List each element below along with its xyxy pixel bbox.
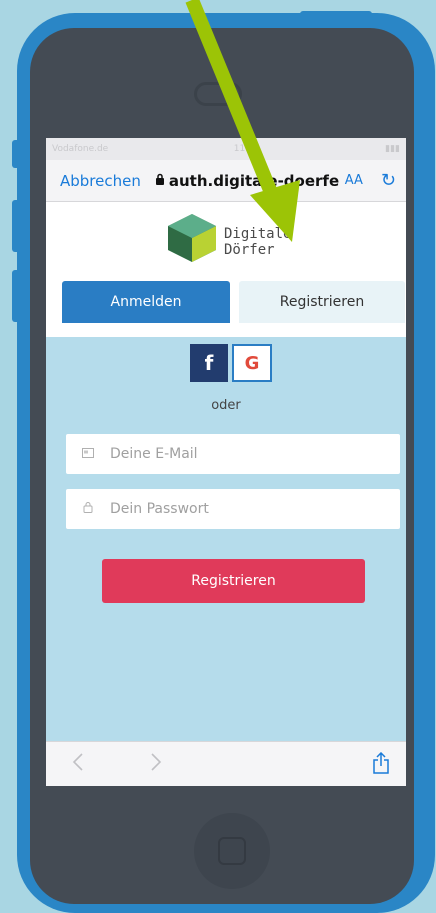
logo-line-2: Dörfer [224, 242, 275, 258]
battery-icon: ▮▮▮ [385, 144, 400, 154]
stage: Vodafone.de 11:32 ▮▮▮ Abbrechen auth.dig… [0, 0, 436, 913]
auth-tabs: Anmelden Registrieren [62, 281, 406, 323]
separator-text: oder [211, 398, 241, 413]
text-size-button[interactable]: AA [345, 173, 363, 188]
digitale-doerfer-logo-icon [168, 214, 216, 262]
chevron-left-icon[interactable] [72, 752, 84, 777]
phone-home-button [194, 813, 270, 889]
facebook-icon: f [204, 351, 214, 375]
password-input[interactable] [110, 501, 380, 517]
social-login-buttons: f G [190, 344, 272, 382]
google-login-button[interactable]: G [232, 344, 272, 382]
tab-login[interactable]: Anmelden [62, 281, 230, 323]
carrier-label: Vodafone.de [52, 144, 109, 154]
padlock-icon [66, 501, 110, 517]
phone-earpiece [194, 82, 242, 106]
google-icon: G [244, 352, 260, 374]
envelope-icon [66, 447, 110, 462]
browser-url-bar: Abbrechen auth.digitale-doerfer AA ↻ [46, 160, 406, 202]
status-bar: Vodafone.de 11:32 ▮▮▮ [46, 138, 406, 160]
email-field[interactable] [66, 434, 400, 474]
browser-bottom-toolbar [46, 741, 406, 786]
url-text[interactable]: auth.digitale-doerfer [169, 172, 339, 190]
share-icon[interactable] [372, 751, 390, 778]
lock-icon [155, 173, 165, 188]
facebook-login-button[interactable]: f [190, 344, 228, 382]
phone-screen: Vodafone.de 11:32 ▮▮▮ Abbrechen auth.dig… [46, 138, 406, 786]
password-field[interactable] [66, 489, 400, 529]
chevron-right-icon[interactable] [150, 752, 162, 777]
logo-wordmark: Digitale Dörfer [224, 226, 291, 258]
reload-icon[interactable]: ↻ [381, 170, 396, 191]
email-input[interactable] [110, 446, 380, 462]
logo-line-1: Digitale [224, 226, 292, 242]
register-button[interactable]: Registrieren [102, 559, 365, 603]
tab-register[interactable]: Registrieren [239, 281, 405, 323]
status-time: 11:32 [233, 144, 260, 154]
cancel-button[interactable]: Abbrechen [60, 172, 141, 190]
